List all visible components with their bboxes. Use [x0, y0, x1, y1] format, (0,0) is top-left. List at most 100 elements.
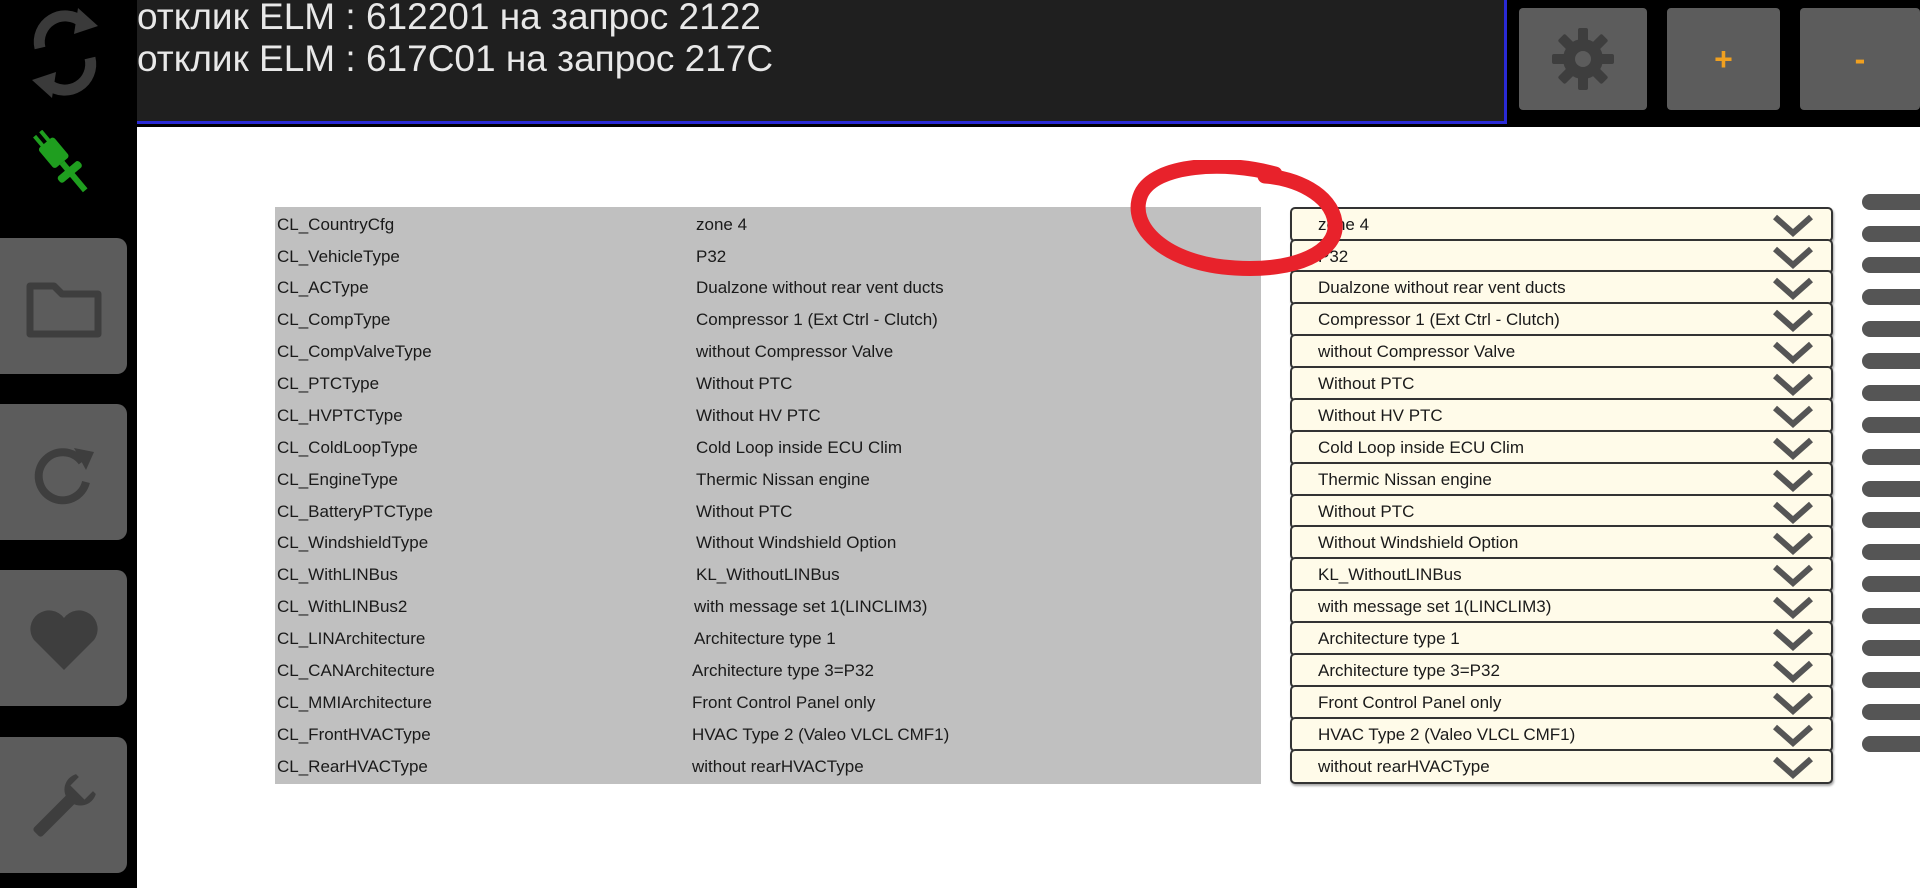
- chevron-down-icon: [1773, 214, 1813, 238]
- row-scroll-marker: [1862, 704, 1920, 720]
- current-value: without Compressor Valve: [691, 334, 1261, 369]
- current-value: Without HV PTC: [691, 398, 1261, 433]
- dropdown-selected-value: Thermic Nissan engine: [1318, 470, 1492, 489]
- refresh-icon: [34, 448, 94, 505]
- row-scroll-marker: [1862, 417, 1920, 433]
- row-scroll-marker: [1862, 385, 1920, 401]
- value-dropdown[interactable]: Without HV PTC: [1290, 398, 1833, 433]
- value-dropdown[interactable]: KL_WithoutLINBus: [1290, 557, 1833, 592]
- row-scroll-marker: [1862, 449, 1920, 465]
- value-dropdown[interactable]: Architecture type 3=P32: [1290, 653, 1833, 688]
- dropdown-selected-value: Without PTC: [1318, 502, 1415, 521]
- parameter-name: CL_RearHVACType: [275, 749, 691, 784]
- parameter-name: CL_ACType: [275, 270, 691, 305]
- tools-button[interactable]: [0, 737, 127, 873]
- chevron-down-icon: [1773, 532, 1813, 556]
- sync-icon[interactable]: [20, 0, 110, 105]
- dropdown-selected-value: Front Control Panel only: [1318, 693, 1502, 712]
- folder-icon: [26, 282, 102, 338]
- wrench-icon: [33, 774, 96, 837]
- value-dropdown[interactable]: without Compressor Valve: [1290, 334, 1833, 369]
- current-value: Thermic Nissan engine: [691, 462, 1261, 497]
- current-value: without rearHVACType: [691, 749, 1261, 784]
- elm-response-log: отклик ELM : 612201 на запрос 2122 откли…: [137, 0, 1507, 124]
- value-dropdown[interactable]: without rearHVACType: [1290, 749, 1833, 784]
- log-line: отклик ELM : 617C01 на запрос 217C: [137, 38, 774, 79]
- current-value: KL_WithoutLINBus: [691, 557, 1261, 592]
- chevron-down-icon: [1773, 596, 1813, 620]
- dropdown-selected-value: HVAC Type 2 (Valeo VLCL CMF1): [1318, 725, 1576, 744]
- dropdown-selected-value: zone 4: [1318, 215, 1370, 234]
- dropdown-selected-value: without rearHVACType: [1318, 757, 1490, 776]
- dropdown-selected-value: Architecture type 3=P32: [1318, 661, 1500, 680]
- row-scroll-marker: [1862, 226, 1920, 242]
- settings-button[interactable]: [1519, 8, 1647, 110]
- value-dropdown[interactable]: zone 4: [1290, 207, 1833, 242]
- value-dropdown[interactable]: Thermic Nissan engine: [1290, 462, 1833, 497]
- parameter-name: CL_PTCType: [275, 366, 691, 401]
- value-dropdown[interactable]: Front Control Panel only: [1290, 685, 1833, 720]
- chevron-down-icon: [1773, 405, 1813, 429]
- dropdown-selected-value: without Compressor Valve: [1318, 342, 1516, 361]
- dropdown-selected-value: Without Windshield Option: [1318, 533, 1519, 552]
- current-value: zone 4: [691, 207, 1261, 242]
- plug-icon[interactable]: [28, 130, 100, 200]
- heart-icon: [30, 610, 98, 670]
- row-scroll-marker: [1862, 257, 1920, 273]
- row-scroll-marker: [1862, 512, 1920, 528]
- parameter-name: CL_EngineType: [275, 462, 691, 497]
- chevron-down-icon: [1773, 564, 1813, 588]
- chevron-down-icon: [1773, 756, 1813, 780]
- parameter-name: CL_BatteryPTCType: [275, 494, 691, 529]
- current-value: HVAC Type 2 (Valeo VLCL CMF1): [691, 717, 1261, 752]
- current-value: Front Control Panel only: [691, 685, 1261, 720]
- parameter-name: CL_CompValveType: [275, 334, 691, 369]
- folder-button[interactable]: [0, 238, 127, 374]
- favorites-button[interactable]: [0, 570, 127, 706]
- value-dropdown[interactable]: Cold Loop inside ECU Clim: [1290, 430, 1833, 465]
- chevron-down-icon: [1773, 692, 1813, 716]
- gear-icon: [1552, 28, 1614, 90]
- parameter-name: CL_MMIArchitecture: [275, 685, 691, 720]
- value-dropdown[interactable]: Dualzone without rear vent ducts: [1290, 270, 1833, 305]
- row-scroll-marker: [1862, 576, 1920, 592]
- parameters-table: CL_CountryCfg zone 4 zone 4 CL_VehicleType P…: [137, 127, 1920, 888]
- current-value: Compressor 1 (Ext Ctrl - Clutch): [691, 302, 1261, 337]
- value-dropdown[interactable]: with message set 1(LINCLIM3): [1290, 589, 1833, 624]
- value-dropdown[interactable]: Without Windshield Option: [1290, 525, 1833, 560]
- current-value: Dualzone without rear vent ducts: [691, 270, 1261, 305]
- value-dropdown[interactable]: Compressor 1 (Ext Ctrl - Clutch): [1290, 302, 1833, 337]
- chevron-down-icon: [1773, 309, 1813, 333]
- dropdown-selected-value: Architecture type 1: [1318, 629, 1460, 648]
- row-scroll-marker: [1862, 194, 1920, 210]
- value-dropdown[interactable]: Architecture type 1: [1290, 621, 1833, 656]
- value-dropdown[interactable]: Without PTC: [1290, 494, 1833, 529]
- log-line: отклик ELM : 612201 на запрос 2122: [137, 0, 761, 37]
- dropdown-selected-value: Without PTC: [1318, 374, 1415, 393]
- chevron-down-icon: [1773, 341, 1813, 365]
- zoom-in-button[interactable]: +: [1667, 8, 1780, 110]
- sidebar: [0, 0, 137, 888]
- current-value: Without Windshield Option: [691, 525, 1261, 560]
- row-scroll-marker: [1862, 321, 1920, 337]
- parameter-name: CL_FrontHVACType: [275, 717, 691, 752]
- row-scroll-marker: [1862, 289, 1920, 305]
- value-dropdown[interactable]: HVAC Type 2 (Valeo VLCL CMF1): [1290, 717, 1833, 752]
- chevron-down-icon: [1773, 660, 1813, 684]
- row-scroll-marker: [1862, 544, 1920, 560]
- zoom-out-button[interactable]: -: [1800, 8, 1920, 110]
- parameter-name: CL_CountryCfg: [275, 207, 691, 242]
- value-dropdown[interactable]: P32: [1290, 239, 1833, 274]
- parameter-name: CL_CompType: [275, 302, 691, 337]
- refresh-button[interactable]: [0, 404, 127, 540]
- chevron-down-icon: [1773, 724, 1813, 748]
- parameter-name: CL_LINArchitecture: [275, 621, 691, 656]
- row-scroll-marker: [1862, 736, 1920, 752]
- current-value: Architecture type 1: [691, 621, 1261, 656]
- current-value: Without PTC: [691, 494, 1261, 529]
- value-dropdown[interactable]: Without PTC: [1290, 366, 1833, 401]
- parameter-name: CL_HVPTCType: [275, 398, 691, 433]
- chevron-down-icon: [1773, 373, 1813, 397]
- row-scroll-marker: [1862, 672, 1920, 688]
- parameter-name: CL_WithLINBus: [275, 557, 691, 592]
